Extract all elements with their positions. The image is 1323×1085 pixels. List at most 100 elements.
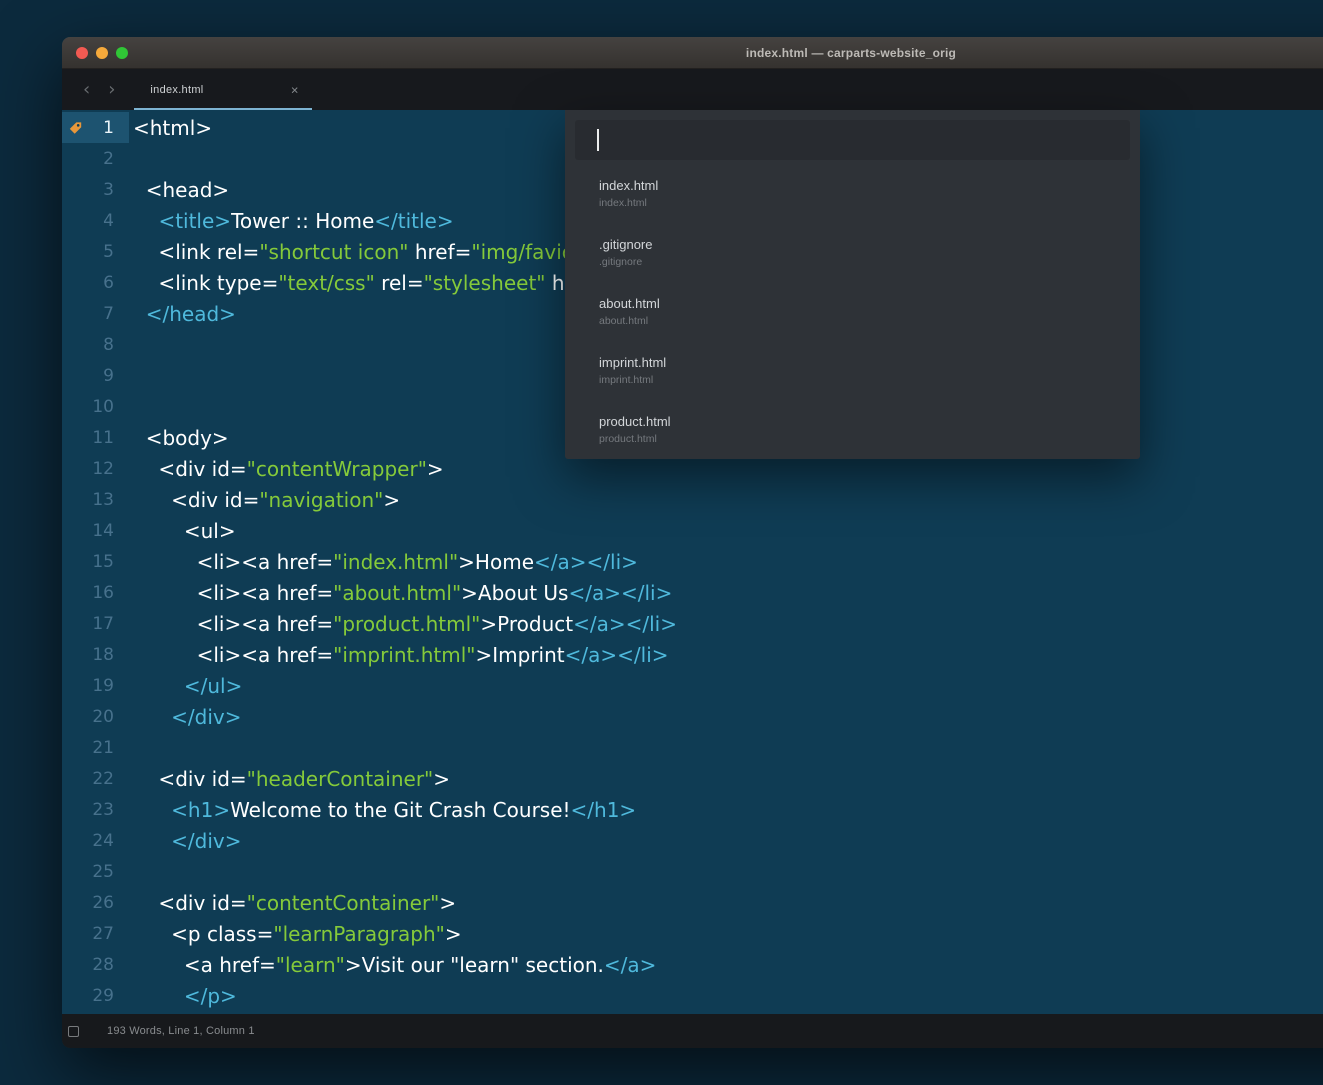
code-line-text: <link type="text/css" rel="stylesheet" h… — [129, 271, 573, 295]
code-line[interactable]: 18 <li><a href="imprint.html">Imprint</a… — [62, 639, 1323, 670]
file-list-item[interactable]: index.html index.html — [565, 170, 1140, 229]
tab-close-icon[interactable]: × — [291, 83, 299, 96]
code-line[interactable]: 21 — [62, 732, 1323, 763]
gutter-cell: 14 — [62, 515, 129, 546]
history-forward-icon[interactable]: › — [99, 81, 124, 99]
file-name: imprint.html — [599, 355, 1140, 370]
code-line-text: </head> — [129, 302, 236, 326]
gutter-cell: 12 — [62, 453, 129, 484]
gutter-cell: 24 — [62, 825, 129, 856]
line-number: 7 — [103, 304, 114, 324]
code-line-text: <body> — [129, 426, 229, 450]
line-number: 21 — [92, 738, 114, 758]
gutter-cell: 4 — [62, 205, 129, 236]
line-number: 17 — [92, 614, 114, 634]
traffic-lights — [76, 37, 128, 68]
file-path: index.html — [599, 197, 1140, 209]
code-line-text: <div id="contentWrapper"> — [129, 457, 444, 481]
gutter-cell: 16 — [62, 577, 129, 608]
code-line[interactable]: 26 <div id="contentContainer"> — [62, 887, 1323, 918]
gutter-cell: 8 — [62, 329, 129, 360]
bookmark-tag-icon — [69, 121, 82, 134]
tab-index-html[interactable]: index.html × — [134, 69, 312, 110]
code-line[interactable]: 17 <li><a href="product.html">Product</a… — [62, 608, 1323, 639]
file-name: product.html — [599, 414, 1140, 429]
file-list-item[interactable]: imprint.html imprint.html — [565, 347, 1140, 406]
gutter-cell: 25 — [62, 856, 129, 887]
file-path: imprint.html — [599, 374, 1140, 386]
code-line[interactable]: 22 <div id="headerContainer"> — [62, 763, 1323, 794]
line-number: 1 — [103, 118, 114, 138]
code-line[interactable]: 19 </ul> — [62, 670, 1323, 701]
gutter-cell: 26 — [62, 887, 129, 918]
code-line[interactable]: 20 </div> — [62, 701, 1323, 732]
gutter-cell: 18 — [62, 639, 129, 670]
gutter-cell: 2 — [62, 143, 129, 174]
file-name: .gitignore — [599, 237, 1140, 252]
line-number: 11 — [92, 428, 114, 448]
code-line-text: </ul> — [129, 674, 242, 698]
line-number: 13 — [92, 490, 114, 510]
gutter-cell: 29 — [62, 980, 129, 1011]
minimize-window-button[interactable] — [96, 47, 108, 59]
window-titlebar[interactable]: index.html — carparts-website_orig — [62, 37, 1323, 69]
zoom-window-button[interactable] — [116, 47, 128, 59]
gutter-cell: 1 — [62, 112, 129, 143]
desktop-background: index.html — carparts-website_orig ‹ › i… — [0, 0, 1323, 1085]
tab-bar: ‹ › index.html × — [62, 69, 1323, 110]
code-line-text: <a href="learn">Visit our "learn" sectio… — [129, 953, 656, 977]
code-line-text: <ul> — [129, 519, 236, 543]
line-number: 24 — [92, 831, 114, 851]
code-line[interactable]: 27 <p class="learnParagraph"> — [62, 918, 1323, 949]
code-line[interactable]: 16 <li><a href="about.html">About Us</a>… — [62, 577, 1323, 608]
gutter-cell: 17 — [62, 608, 129, 639]
text-cursor — [597, 129, 599, 151]
line-number: 26 — [92, 893, 114, 913]
file-path: about.html — [599, 315, 1140, 327]
code-line[interactable]: 25 — [62, 856, 1323, 887]
status-bar: 193 Words, Line 1, Column 1 — [62, 1014, 1323, 1048]
goto-anything-panel[interactable]: index.html index.html .gitignore.gitignore… — [565, 110, 1140, 459]
code-line-text: </div> — [129, 829, 242, 853]
code-line-text: <p class="learnParagraph"> — [129, 922, 462, 946]
history-back-icon[interactable]: ‹ — [74, 81, 99, 99]
code-line[interactable]: 24 </div> — [62, 825, 1323, 856]
goto-anything-input[interactable] — [575, 120, 1130, 160]
close-window-button[interactable] — [76, 47, 88, 59]
code-line[interactable]: 29 </p> — [62, 980, 1323, 1011]
gutter-cell: 28 — [62, 949, 129, 980]
code-line-text: <div id="contentContainer"> — [129, 891, 456, 915]
line-number: 10 — [92, 397, 114, 417]
line-number: 14 — [92, 521, 114, 541]
line-number: 29 — [92, 986, 114, 1006]
line-number: 15 — [92, 552, 114, 572]
gutter-cell: 7 — [62, 298, 129, 329]
line-number: 18 — [92, 645, 114, 665]
gutter-cell: 19 — [62, 670, 129, 701]
line-number: 12 — [92, 459, 114, 479]
line-number: 9 — [103, 366, 114, 386]
file-name: index.html — [599, 178, 1140, 193]
file-list-item[interactable]: product.htmlproduct.html — [565, 406, 1140, 459]
line-number: 25 — [92, 862, 114, 882]
gutter-cell: 5 — [62, 236, 129, 267]
gutter-cell: 27 — [62, 918, 129, 949]
file-name: about.html — [599, 296, 1140, 311]
line-number: 20 — [92, 707, 114, 727]
gutter-cell: 10 — [62, 391, 129, 422]
code-line[interactable]: 28 <a href="learn">Visit our "learn" sec… — [62, 949, 1323, 980]
code-line-text: </div> — [129, 705, 242, 729]
line-number: 5 — [103, 242, 114, 262]
code-line[interactable]: 14 <ul> — [62, 515, 1323, 546]
line-number: 22 — [92, 769, 114, 789]
file-list-item[interactable]: .gitignore.gitignore — [565, 229, 1140, 288]
code-line-text: <li><a href="index.html">Home</a></li> — [129, 550, 638, 574]
file-list-item[interactable]: about.html about.html — [565, 288, 1140, 347]
line-number: 4 — [103, 211, 114, 231]
gutter-cell: 22 — [62, 763, 129, 794]
code-line[interactable]: 13 <div id="navigation"> — [62, 484, 1323, 515]
status-indicator-icon[interactable] — [68, 1026, 79, 1037]
code-line[interactable]: 15 <li><a href="index.html">Home</a></li… — [62, 546, 1323, 577]
code-line[interactable]: 23 <h1>Welcome to the Git Crash Course!<… — [62, 794, 1323, 825]
file-results-list: index.html index.html .gitignore.gitignore… — [565, 170, 1140, 459]
